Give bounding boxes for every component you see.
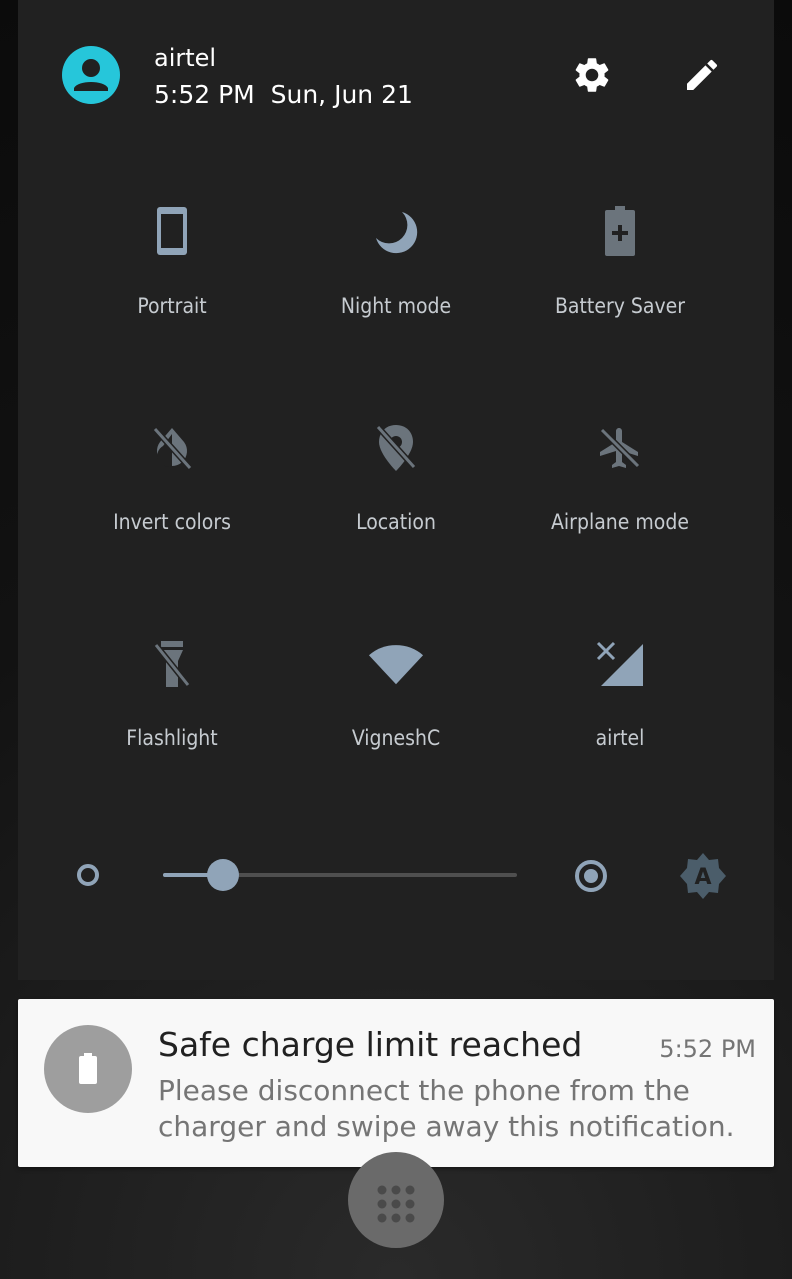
brightness-row: A [60,845,740,905]
app-drawer-button[interactable] [348,1152,444,1248]
tile-label: Flashlight [126,726,218,750]
phone-portrait-icon [144,204,200,260]
tile-label: VigneshC [351,726,441,750]
settings-button[interactable] [568,53,616,101]
tile-wifi[interactable]: VigneshC [284,622,508,802]
tile-label: Invert colors [113,510,231,534]
tile-label: Night mode [340,294,452,318]
tile-location[interactable]: Location [284,406,508,586]
tile-battery-saver[interactable]: Battery Saver [508,190,732,370]
header-carrier-name: airtel [154,44,217,72]
tile-label: Battery Saver [554,294,686,318]
tile-flashlight[interactable]: Flashlight [60,622,284,802]
location-off-icon [368,420,424,476]
gear-icon [571,54,613,100]
wifi-icon [368,636,424,692]
tile-night-mode[interactable]: Night mode [284,190,508,370]
svg-text:A: A [694,865,711,890]
tile-invert-colors[interactable]: Invert colors [60,406,284,586]
battery-plus-icon [592,204,648,260]
app-drawer-icon [376,1184,416,1228]
notification-body: Please disconnect the phone from the cha… [158,1074,735,1143]
tile-label: Portrait [137,294,207,318]
notification-card[interactable]: Safe charge limit reached 5:52 PM Please… [18,999,774,1167]
invert-colors-off-icon [144,420,200,476]
tile-portrait[interactable]: Portrait [60,190,284,370]
tile-label: Location [356,510,436,534]
brightness-auto-icon[interactable]: A [678,851,728,905]
cell-signal-no-data-icon [592,636,648,692]
pencil-icon [682,55,722,99]
edit-button[interactable] [678,53,726,101]
battery-icon [44,1025,132,1113]
brightness-slider-thumb[interactable] [207,859,240,891]
flashlight-off-icon [144,636,200,692]
airplane-off-icon [592,420,648,476]
header-datetime[interactable]: 5:52 PM Sun, Jun 21 [154,80,413,109]
moon-icon [368,204,424,260]
tile-label: airtel [595,726,645,750]
account-circle-icon[interactable] [62,46,120,104]
tile-label: Airplane mode [551,510,689,534]
tile-cellular[interactable]: airtel [508,622,732,802]
notification-title: Safe charge limit reached [158,1025,583,1064]
tile-airplane-mode[interactable]: Airplane mode [508,406,732,586]
notification-time: 5:52 PM [659,1035,756,1063]
brightness-high-icon [574,859,608,897]
brightness-low-icon [76,863,100,891]
